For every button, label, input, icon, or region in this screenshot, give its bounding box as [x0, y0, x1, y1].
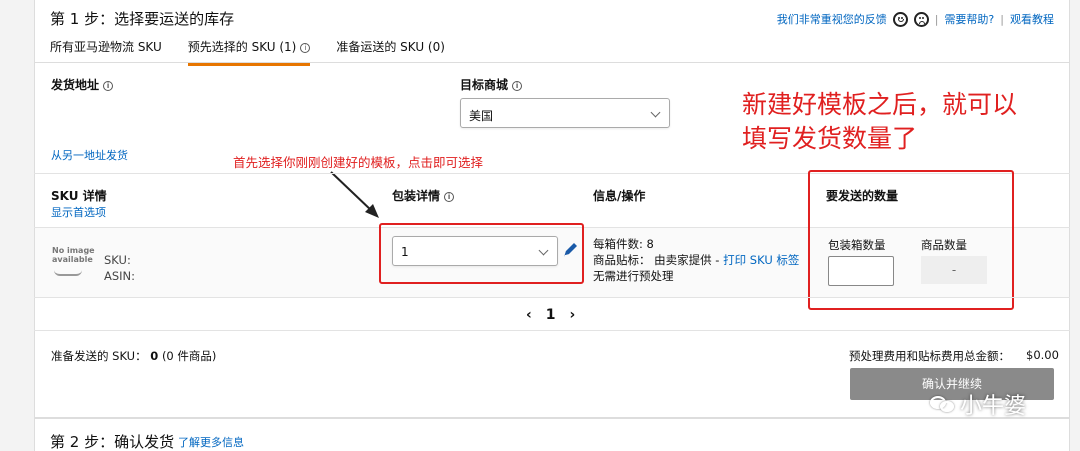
step2-learn-more-link[interactable]: 了解更多信息: [178, 434, 244, 450]
separator: |: [934, 12, 939, 26]
tab-label: 准备运送的 SKU (0): [336, 40, 445, 54]
ship-from-other-link[interactable]: 从另一地址发货: [51, 147, 128, 163]
ready-count: 0: [150, 349, 159, 363]
pagination: ‹ 1 ›: [526, 307, 575, 323]
annotation-big-note: 新建好模板之后，就可以 填写发货数量了: [742, 88, 1017, 156]
marketplace-label: 目标商城: [460, 78, 509, 92]
tutorial-link[interactable]: 观看教程: [1010, 11, 1054, 27]
ship-from-label: 发货地址: [51, 78, 100, 92]
no-image-text: No image available: [52, 246, 95, 264]
annotation-red-box: [808, 170, 1014, 310]
pagination-prev[interactable]: ‹: [526, 307, 532, 323]
tab-divider: [34, 62, 1070, 63]
watermark-text: 小牛婆: [960, 394, 1027, 419]
divider: [34, 330, 1070, 331]
help-link[interactable]: 需要帮助?: [944, 11, 994, 27]
units-per-box: 每箱件数: 8: [593, 237, 654, 251]
tab-label: 预先选择的 SKU (1): [187, 40, 297, 54]
marketplace-select[interactable]: 美国: [460, 98, 670, 128]
annotation-line: 新建好模板之后，就可以: [742, 90, 1018, 119]
pagination-page[interactable]: 1: [546, 307, 556, 323]
info-icon: i: [103, 80, 114, 91]
fee-label: 预处理费用和贴标费用总金额：: [849, 349, 1010, 363]
sad-face-icon[interactable]: [913, 11, 929, 27]
pagination-next[interactable]: ›: [570, 307, 576, 323]
tab-label: 所有亚马逊物流 SKU: [50, 40, 162, 54]
annotation-red-box: [379, 223, 584, 284]
info-icon: i: [300, 42, 311, 53]
chevron-down-icon: [650, 107, 661, 118]
prep-info: 无需进行预处理: [593, 269, 674, 283]
show-preferences-link[interactable]: 显示首选项: [51, 204, 106, 220]
print-sku-label-link[interactable]: 打印 SKU 标签: [723, 253, 799, 267]
step2-title: 第 2 步：确认发货: [50, 433, 175, 451]
top-links: 我们非常重视您的反馈 | 需要帮助? | 观看教程: [777, 11, 1054, 27]
fee-value: $0.00: [1026, 348, 1059, 362]
col-packing-label: 包装详情: [392, 189, 441, 203]
labeling-value: 由卖家提供 -: [654, 253, 720, 267]
wechat-icon: [930, 394, 956, 414]
ready-label: 准备发送的 SKU：: [51, 349, 147, 363]
asin-label: ASIN:: [104, 269, 136, 283]
sku-label: SKU:: [104, 253, 131, 267]
labeling-line: 商品贴标： 由卖家提供 - 打印 SKU 标签: [593, 252, 799, 268]
feedback-link[interactable]: 我们非常重视您的反馈: [777, 11, 887, 27]
marketplace-heading: 目标商城 i: [460, 76, 523, 93]
amazon-smile-icon: [54, 270, 82, 276]
col-info-actions: 信息/操作: [593, 189, 646, 203]
ready-units: (0 件商品): [161, 349, 217, 363]
info-icon: i: [444, 191, 455, 202]
happy-face-icon[interactable]: [892, 11, 908, 27]
col-packing-details: 包装详情 i: [392, 187, 455, 204]
no-image-placeholder: No image available: [52, 246, 96, 282]
marketplace-value: 美国: [469, 109, 494, 123]
labeling-prefix: 商品贴标：: [593, 253, 651, 267]
col-sku-details: SKU 详情: [51, 189, 107, 203]
step1-title: 第 1 步：选择要运送的库存: [50, 10, 235, 28]
watermark: 小牛婆: [930, 388, 1026, 420]
ship-from-heading: 发货地址 i: [51, 76, 114, 93]
annotation-arrow-icon: [330, 171, 379, 218]
divider: [34, 297, 1070, 298]
ready-to-send-summary: 准备发送的 SKU： 0 (0 件商品): [51, 348, 216, 364]
info-icon: i: [512, 80, 523, 91]
annotation-line: 填写发货数量了: [742, 124, 918, 153]
item-info: 每箱件数: 8 商品贴标： 由卖家提供 - 打印 SKU 标签 无需进行预处理: [593, 236, 799, 284]
separator: |: [1000, 12, 1004, 26]
